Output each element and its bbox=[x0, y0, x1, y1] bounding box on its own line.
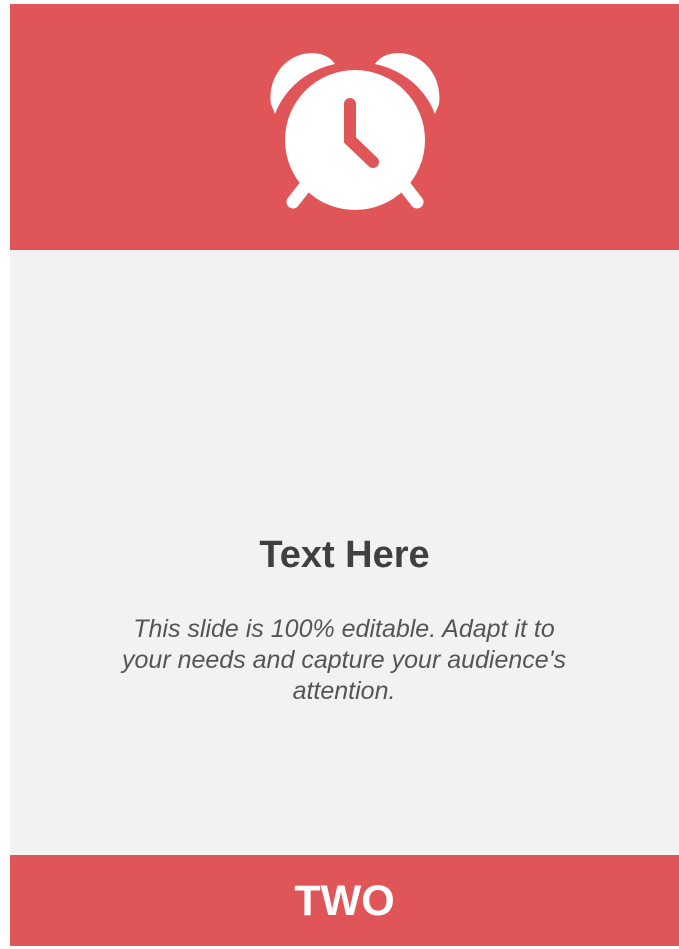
card-footer: TWO bbox=[10, 855, 679, 946]
card-title: Text Here bbox=[259, 534, 430, 576]
card-content: Text Here This slide is 100% editable. A… bbox=[10, 250, 679, 854]
alarm-clock-icon bbox=[270, 53, 440, 210]
footer-label: TWO bbox=[294, 876, 395, 925]
slide-card: Text Here This slide is 100% editable. A… bbox=[10, 4, 679, 946]
card-description: This slide is 100% editable. Adapt it to… bbox=[122, 615, 566, 705]
card-header bbox=[10, 4, 679, 250]
